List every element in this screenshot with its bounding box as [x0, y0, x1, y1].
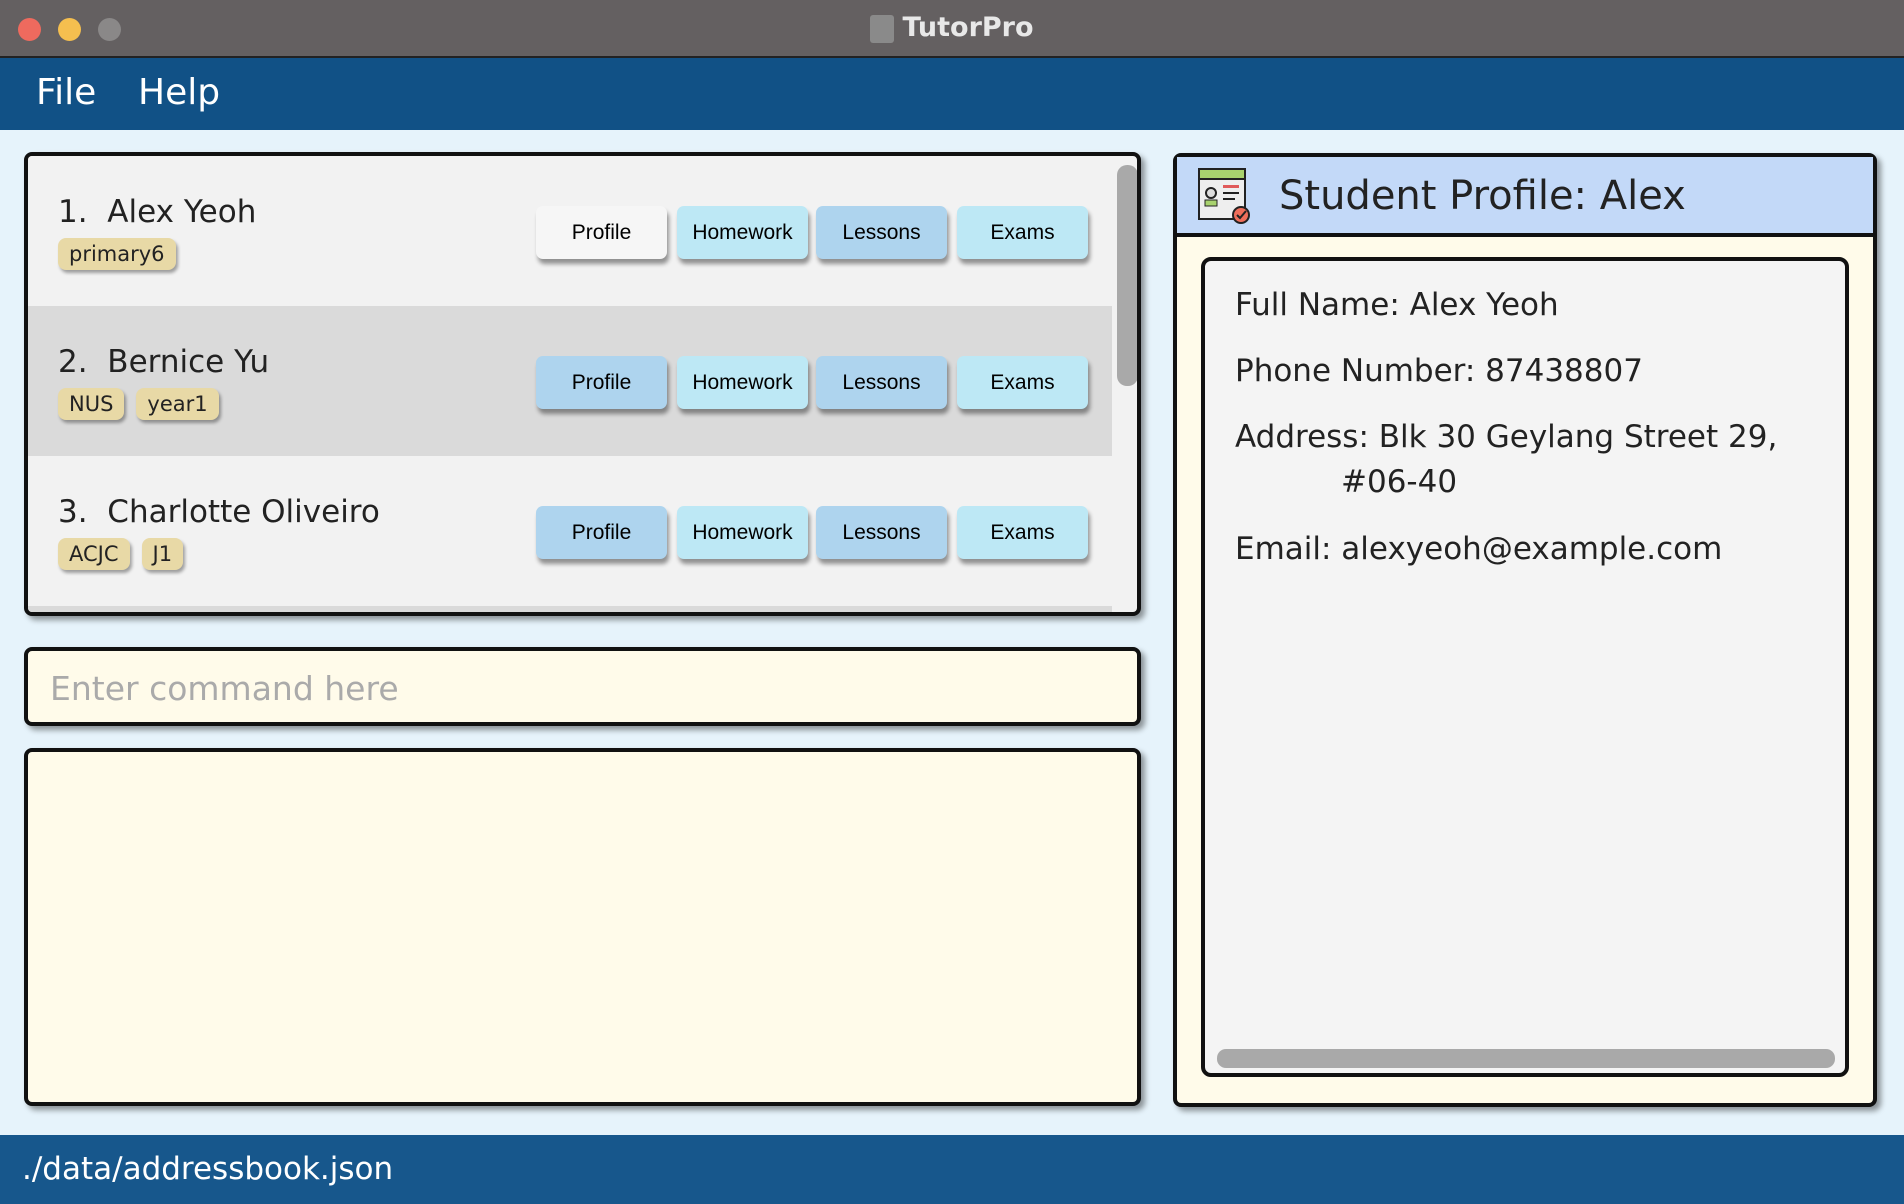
tag: primary6 [58, 238, 176, 270]
list-scrollbar[interactable] [1117, 165, 1137, 386]
exams-button[interactable]: Exams [957, 356, 1088, 409]
window-title-text: TutorPro [902, 12, 1034, 43]
profile-button[interactable]: Profile [536, 506, 667, 559]
tag: ACJC [58, 538, 130, 570]
lessons-button[interactable]: Lessons [816, 506, 947, 559]
email: Email: alexyeoh@example.com [1235, 531, 1723, 567]
profile-button[interactable]: Profile [536, 206, 667, 259]
address-line2: #06-40 [1341, 464, 1458, 500]
student-row[interactable] [28, 606, 1112, 612]
profile-horizontal-scrollbar[interactable] [1217, 1049, 1835, 1068]
student-name: 2. Bernice Yu [58, 344, 270, 380]
student-name: 1. Alex Yeoh [58, 194, 257, 230]
exams-button[interactable]: Exams [957, 506, 1088, 559]
student-row[interactable]: 1. Alex Yeoh primary6 Profile Homework L… [28, 156, 1112, 306]
menu-bar: File Help [0, 58, 1904, 130]
homework-button[interactable]: Homework [677, 506, 808, 559]
lessons-button[interactable]: Lessons [816, 206, 947, 259]
title-bar: TutorPro [0, 0, 1904, 58]
result-display [24, 748, 1141, 1106]
profile-card: Full Name: Alex Yeoh Phone Number: 87438… [1201, 257, 1849, 1077]
status-bar: ./data/addressbook.json [0, 1135, 1904, 1204]
tag: J1 [141, 538, 184, 570]
lessons-button[interactable]: Lessons [816, 356, 947, 409]
profile-header: Student Profile: Alex [1177, 157, 1873, 237]
tutor-app-icon [870, 14, 895, 43]
menu-help[interactable]: Help [138, 72, 220, 113]
command-input[interactable]: Enter command here [24, 647, 1141, 726]
window-title: TutorPro [0, 12, 1904, 43]
phone-number: Phone Number: 87438807 [1235, 353, 1643, 389]
student-list: 1. Alex Yeoh primary6 Profile Homework L… [24, 152, 1141, 616]
student-row[interactable]: 2. Bernice Yu NUS year1 Profile Homework … [28, 306, 1112, 456]
homework-button[interactable]: Homework [677, 356, 808, 409]
student-id-card-icon [1198, 168, 1250, 224]
student-name: 3. Charlotte Oliveiro [58, 494, 380, 530]
full-name: Full Name: Alex Yeoh [1235, 287, 1559, 323]
student-row[interactable]: 3. Charlotte Oliveiro ACJC J1 Profile Hom… [28, 456, 1112, 606]
exams-button[interactable]: Exams [957, 206, 1088, 259]
student-profile-panel: Student Profile: Alex Full Name: Alex Ye… [1173, 153, 1877, 1107]
file-path: ./data/addressbook.json [22, 1151, 394, 1187]
menu-file[interactable]: File [36, 72, 96, 113]
profile-title: Student Profile: Alex [1279, 173, 1686, 219]
tag: NUS [58, 388, 125, 420]
profile-button[interactable]: Profile [536, 356, 667, 409]
homework-button[interactable]: Homework [677, 206, 808, 259]
tag: year1 [136, 388, 219, 420]
address: Address: Blk 30 Geylang Street 29, [1235, 419, 1778, 455]
